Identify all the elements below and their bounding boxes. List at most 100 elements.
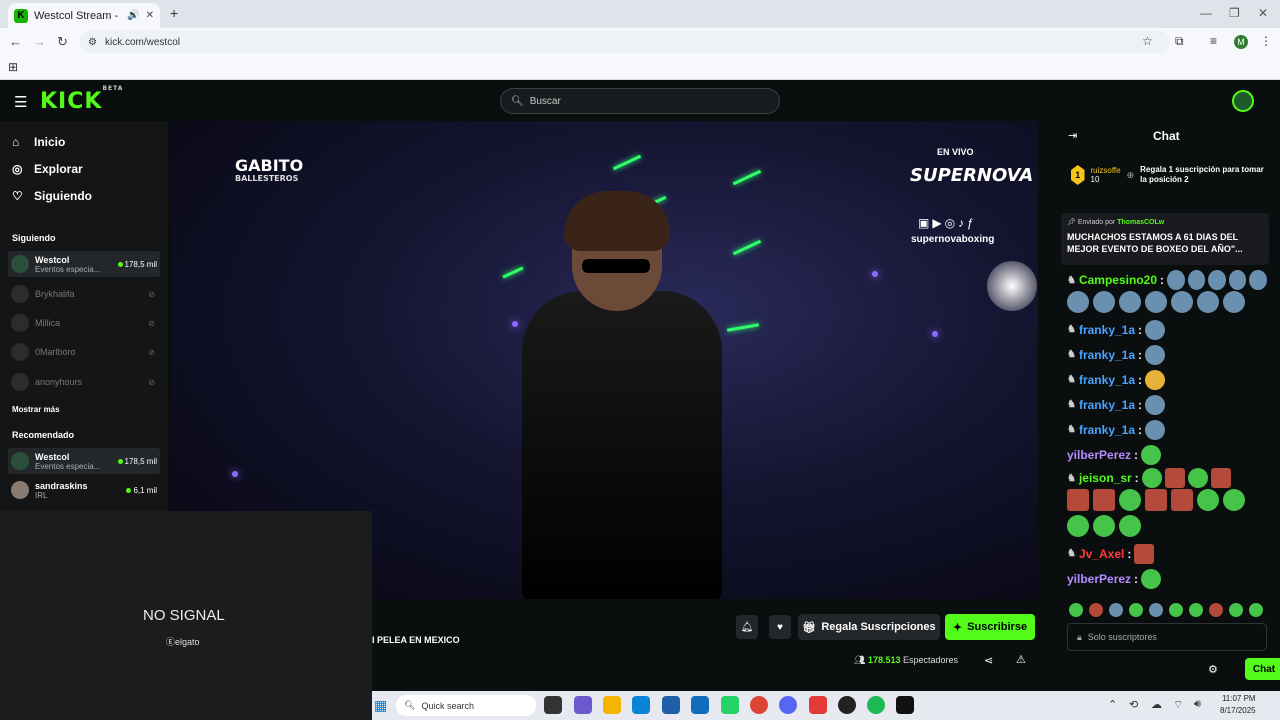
gift-subs-button[interactable]: 🎁︎ Regala Suscripciones	[798, 614, 940, 640]
video-gutter	[1038, 121, 1053, 599]
windows-start-icon[interactable]: ▦	[374, 697, 387, 714]
new-tab-button[interactable]: +	[170, 5, 178, 21]
copilot-icon[interactable]	[574, 696, 592, 714]
outlook-icon[interactable]	[691, 696, 709, 714]
whatsapp-icon[interactable]	[721, 696, 739, 714]
tray-cloud-icon[interactable]: ☁	[1151, 698, 1162, 711]
show-more-link[interactable]: Mostrar más	[12, 405, 60, 414]
browser-tab[interactable]: K Westcol Stream - Watch Liv 🔊 ✕	[8, 3, 160, 28]
heart-icon: ♡	[12, 189, 23, 203]
apps-grid-icon[interactable]: ⊞	[8, 60, 18, 74]
site-header: ☰ KICKBETA 🔍︎ Buscar	[0, 81, 1280, 121]
kick-logo[interactable]: KICKBETA	[40, 85, 123, 114]
star-icon: ✦	[952, 621, 963, 634]
elgato-logo: Ⓔelgato	[166, 637, 200, 647]
store-icon[interactable]	[662, 696, 680, 714]
tab-title: Westcol Stream - Watch Liv	[34, 9, 121, 22]
tray-chevron-icon[interactable]: ⌃	[1108, 698, 1117, 711]
site-info-icon[interactable]: ⚙	[88, 37, 97, 48]
pinned-message[interactable]: 📌︎ Enviado por ThomasCOLw MUCHACHOS ESTA…	[1061, 213, 1269, 265]
recommended-westcol[interactable]: Westcol Eventos especia... 178,5 mil	[8, 448, 160, 474]
badge-icon: ♞	[1067, 274, 1076, 286]
search-icon: 🔍︎	[511, 95, 524, 107]
fighter-glasses	[582, 259, 650, 273]
spotify-icon[interactable]	[867, 696, 885, 714]
badge-icon: ♞	[1067, 548, 1076, 559]
overlay-gabito: GABITO BALLESTEROS	[235, 156, 304, 184]
social-icons: ▣▶◎♪ƒ	[918, 216, 977, 230]
forward-icon[interactable]: →	[33, 34, 46, 49]
edge-icon[interactable]	[632, 696, 650, 714]
nav-inicio[interactable]: ⌂ Inicio	[12, 135, 65, 149]
emote-row	[1067, 489, 1257, 537]
obs-icon[interactable]	[838, 696, 856, 714]
cast-icon[interactable]: ⧉	[1175, 34, 1184, 49]
channel-anonyhours[interactable]: anonyhours ⊘	[8, 369, 160, 395]
close-window-icon[interactable]: ✕	[1258, 6, 1268, 20]
app-icon[interactable]	[809, 696, 827, 714]
report-icon[interactable]: ⚠	[1016, 653, 1026, 666]
windows-taskbar: ▦ 🔍︎ Quick search ⌃ ⟲ ☁ ⌔ 🔊︎ 11:07 PM 8/…	[372, 691, 1280, 720]
menu-icon[interactable]: ⋮	[1260, 34, 1272, 48]
channel-westcol[interactable]: Westcol Eventos especia... 178,5 mil	[8, 251, 160, 277]
reading-list-icon[interactable]: ≡	[1210, 34, 1217, 48]
chat-panel: ⇥ Chat 1 ruizsoffe 10 ⊕ Regala 1 suscripc…	[1053, 121, 1280, 691]
badge-icon: ♞	[1067, 349, 1076, 360]
speaker-icon[interactable]: 🔊	[127, 10, 139, 21]
channel-millica[interactable]: Millica ⊘	[8, 310, 160, 336]
bookmark-star-icon[interactable]: ☆	[1142, 34, 1153, 48]
reload-icon[interactable]: ↻	[57, 34, 68, 50]
tray-app-icon[interactable]: ⟲	[1129, 698, 1138, 711]
stage-laser	[502, 266, 524, 279]
channel-brykhalifa[interactable]: Brykhalifa ⊘	[8, 281, 160, 307]
epic-games-icon[interactable]	[896, 696, 914, 714]
nav-siguiendo[interactable]: ♡ Siguiendo	[12, 189, 92, 203]
rank-badge: 1	[1071, 165, 1085, 185]
chrome-icon[interactable]	[750, 696, 768, 714]
stage-light	[932, 331, 938, 337]
back-icon[interactable]: ←	[9, 34, 22, 49]
chat-header: ⇥ Chat	[1053, 121, 1280, 151]
minimize-icon[interactable]: —	[1200, 6, 1212, 20]
avatar	[11, 285, 29, 303]
search-input[interactable]: 🔍︎ Buscar	[500, 88, 780, 114]
task-view-icon[interactable]	[544, 696, 562, 714]
url-field[interactable]: ⚙ kick.com/westcol	[80, 31, 1170, 53]
collapse-chat-icon[interactable]: ⇥	[1068, 129, 1077, 142]
notification-bell-icon[interactable]: 🔔︎	[736, 615, 758, 639]
maximize-icon[interactable]: ❐	[1229, 6, 1240, 20]
avatar	[11, 255, 29, 273]
stage-light	[512, 321, 518, 327]
subscribe-button[interactable]: ✦ Suscribirse	[945, 614, 1035, 640]
send-chat-button[interactable]: Chat	[1245, 658, 1280, 680]
user-avatar[interactable]	[1232, 90, 1254, 112]
chat-input[interactable]: 🔒︎ Solo suscriptores	[1067, 623, 1267, 651]
tray-volume-icon[interactable]: 🔊︎	[1194, 698, 1201, 711]
viewer-count: 👥︎ 178.513 Espectadores	[854, 655, 959, 665]
tray-wifi-icon[interactable]: ⌔	[1173, 698, 1183, 712]
chat-title: Chat	[1153, 129, 1180, 143]
browser-tabbar: K Westcol Stream - Watch Liv 🔊 ✕ + — ❐ ✕	[0, 0, 1280, 28]
hamburger-menu-icon[interactable]: ☰	[14, 93, 27, 111]
badge-icon: ♞	[1067, 424, 1076, 435]
chat-message: ♞ franky_1a:	[1067, 342, 1267, 367]
nav-explorar[interactable]: ◎ Explorar	[12, 162, 83, 176]
quick-search-input[interactable]: 🔍︎ Quick search	[396, 695, 536, 716]
compass-icon: ◎	[12, 162, 23, 176]
close-tab-icon[interactable]: ✕	[146, 10, 154, 21]
emote-quickbar[interactable]	[1069, 603, 1263, 617]
stage-laser	[726, 323, 760, 332]
share-icon[interactable]: ⋖	[984, 654, 993, 667]
follow-heart-icon[interactable]: ♥	[769, 615, 791, 639]
channel-0marlboro[interactable]: 0Marlboro ⊘	[8, 339, 160, 365]
file-explorer-icon[interactable]	[603, 696, 621, 714]
profile-avatar[interactable]: M	[1234, 35, 1248, 49]
clock[interactable]: 11:07 PM 8/17/2025	[1220, 693, 1256, 717]
recommended-sandraskins[interactable]: sandraskins IRL 6,1 mil	[8, 477, 160, 503]
chat-settings-icon[interactable]: ⚙	[1208, 663, 1218, 676]
discord-icon[interactable]	[779, 696, 797, 714]
badge-icon: ♞	[1067, 374, 1076, 385]
address-bar: ← → ↻ ⚙ kick.com/westcol ☆ ⧉ ≡ ⋮	[0, 28, 1280, 56]
bookmarks-bar: ⊞	[0, 56, 1280, 80]
top-gifter[interactable]: 1 ruizsoffe 10 ⊕ Regala 1 suscripción par…	[1071, 161, 1271, 189]
